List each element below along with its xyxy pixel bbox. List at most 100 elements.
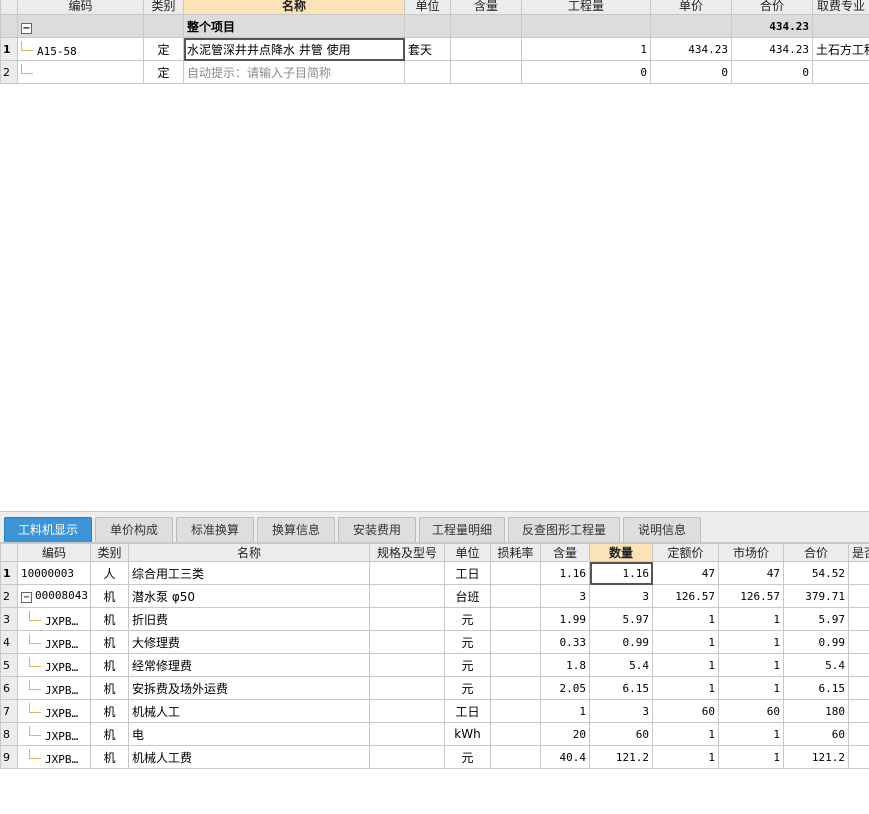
- spec-cell[interactable]: [369, 607, 445, 631]
- type-cell[interactable]: 机: [90, 722, 129, 746]
- quantity-cell[interactable]: 3: [589, 584, 653, 608]
- collapse-icon[interactable]: −: [21, 592, 32, 603]
- col-header-fee-category[interactable]: 取费专业: [812, 0, 869, 15]
- spec-cell[interactable]: [369, 722, 445, 746]
- market-price-cell[interactable]: 1: [718, 722, 784, 746]
- quantity-cell[interactable]: 5.4: [589, 653, 653, 677]
- flag-cell[interactable]: [848, 699, 869, 723]
- content-cell[interactable]: 0.33: [540, 630, 590, 654]
- total-cell[interactable]: 5.97: [783, 607, 849, 631]
- col-header-unit[interactable]: 单位: [404, 0, 451, 15]
- flag-cell[interactable]: [848, 630, 869, 654]
- code-cell[interactable]: [17, 60, 144, 84]
- quantity-cell[interactable]: 5.97: [589, 607, 653, 631]
- quota-price-cell[interactable]: 1: [652, 722, 719, 746]
- quantity-cell[interactable]: 0.99: [589, 630, 653, 654]
- quantity-cell[interactable]: 60: [589, 722, 653, 746]
- name-cell[interactable]: 安拆费及场外运费: [128, 676, 370, 700]
- col-header-loss-rate[interactable]: 损耗率: [490, 543, 541, 562]
- name-input-hint[interactable]: 自动提示：请输入子目简称: [183, 60, 405, 84]
- col-header-unit-price[interactable]: 单价: [650, 0, 732, 15]
- table-row[interactable]: 1 A15-58 定 水泥管深井井点降水 井管 使用 套天 1 434.23 4…: [0, 37, 869, 61]
- tab-quantity-detail[interactable]: 工程量明细: [419, 517, 505, 542]
- col-header-name[interactable]: 名称: [128, 543, 370, 562]
- code-cell[interactable]: JXPB…: [17, 722, 91, 746]
- total-cell[interactable]: 0.99: [783, 630, 849, 654]
- code-cell[interactable]: JXPB…: [17, 676, 91, 700]
- total-cell[interactable]: 5.4: [783, 653, 849, 677]
- spec-cell[interactable]: [369, 561, 445, 585]
- fee-category-cell[interactable]: 土石方工程: [812, 37, 869, 61]
- row-number[interactable]: 8: [0, 722, 18, 746]
- name-cell-editing[interactable]: 水泥管深井井点降水 井管 使用: [183, 37, 405, 61]
- loss-rate-cell[interactable]: [490, 722, 541, 746]
- unit-cell[interactable]: 套天: [404, 37, 451, 61]
- row-number[interactable]: 6: [0, 676, 18, 700]
- content-cell[interactable]: 1.8: [540, 653, 590, 677]
- quantity-cell[interactable]: 6.15: [589, 676, 653, 700]
- row-number[interactable]: 1: [0, 561, 18, 585]
- tab-conversion-info[interactable]: 换算信息: [257, 517, 335, 542]
- table-row[interactable]: 5 JXPB… 机经常修理费元 1.8 5.4 1 1 5.4: [0, 653, 869, 677]
- type-cell[interactable]: 机: [90, 630, 129, 654]
- col-header-quota-price[interactable]: 定额价: [652, 543, 719, 562]
- table-row[interactable]: 8 JXPB… 机电 kWh 20 60 1 1 60: [0, 722, 869, 746]
- quantity-cell[interactable]: 0: [521, 60, 651, 84]
- type-cell[interactable]: 机: [90, 653, 129, 677]
- row-number[interactable]: 2: [0, 584, 18, 608]
- quantity-cell[interactable]: 1: [521, 37, 651, 61]
- unit-cell[interactable]: 工日: [444, 699, 491, 723]
- unit-cell[interactable]: 元: [444, 607, 491, 631]
- loss-rate-cell[interactable]: [490, 561, 541, 585]
- unit-cell[interactable]: 元: [444, 630, 491, 654]
- code-cell[interactable]: 10000003: [17, 561, 91, 585]
- quota-price-cell[interactable]: 60: [652, 699, 719, 723]
- col-header-code[interactable]: 编码: [17, 543, 91, 562]
- loss-rate-cell[interactable]: [490, 676, 541, 700]
- row-number[interactable]: 1: [0, 37, 18, 61]
- market-price-cell[interactable]: 1: [718, 653, 784, 677]
- name-cell[interactable]: 电: [128, 722, 370, 746]
- name-cell[interactable]: 机械人工: [128, 699, 370, 723]
- content-cell[interactable]: [450, 60, 522, 84]
- content-cell[interactable]: 2.05: [540, 676, 590, 700]
- name-cell[interactable]: 大修理费: [128, 630, 370, 654]
- loss-rate-cell[interactable]: [490, 584, 541, 608]
- quota-price-cell[interactable]: 1: [652, 630, 719, 654]
- content-cell[interactable]: 3: [540, 584, 590, 608]
- col-header-total[interactable]: 合价: [783, 543, 849, 562]
- code-cell[interactable]: JXPB…: [17, 653, 91, 677]
- tab-unit-price-composition[interactable]: 单价构成: [95, 517, 173, 542]
- type-cell[interactable]: 机: [90, 745, 129, 769]
- fee-category-cell[interactable]: [812, 60, 869, 84]
- col-header-market-price[interactable]: 市场价: [718, 543, 784, 562]
- col-header-spec[interactable]: 规格及型号: [369, 543, 445, 562]
- table-row[interactable]: 7 JXPB… 机机械人工 工日 1 3 60 60 180: [0, 699, 869, 723]
- type-cell[interactable]: 定: [143, 60, 184, 84]
- table-row[interactable]: 6 JXPB… 机安拆费及场外运费元 2.05 6.15 1 1 6.15: [0, 676, 869, 700]
- tab-installation-fee[interactable]: 安装费用: [338, 517, 416, 542]
- total-cell[interactable]: 434.23: [731, 37, 813, 61]
- type-cell[interactable]: 人: [90, 561, 129, 585]
- col-header-code[interactable]: 编码: [17, 0, 144, 15]
- code-cell[interactable]: JXPB…: [17, 699, 91, 723]
- quota-price-cell[interactable]: 1: [652, 607, 719, 631]
- loss-rate-cell[interactable]: [490, 630, 541, 654]
- unit-cell[interactable]: kWh: [444, 722, 491, 746]
- row-number[interactable]: 2: [0, 60, 18, 84]
- table-row[interactable]: 3 JXPB… 机折旧费元 1.99 5.97 1 1 5.97: [0, 607, 869, 631]
- table-row[interactable]: 4 JXPB… 机大修理费元 0.33 0.99 1 1 0.99: [0, 630, 869, 654]
- total-cell[interactable]: 54.52: [783, 561, 849, 585]
- total-cell[interactable]: 121.2: [783, 745, 849, 769]
- flag-cell[interactable]: [848, 584, 869, 608]
- total-cell[interactable]: 6.15: [783, 676, 849, 700]
- collapse-icon[interactable]: −: [21, 22, 32, 34]
- row-number[interactable]: 3: [0, 607, 18, 631]
- unit-cell[interactable]: 台班: [444, 584, 491, 608]
- unit-price-cell[interactable]: 434.23: [650, 37, 732, 61]
- col-header-type[interactable]: 类别: [143, 0, 184, 15]
- col-header-type[interactable]: 类别: [90, 543, 129, 562]
- content-cell[interactable]: 40.4: [540, 745, 590, 769]
- type-cell[interactable]: 机: [90, 584, 129, 608]
- quantity-cell[interactable]: 121.2: [589, 745, 653, 769]
